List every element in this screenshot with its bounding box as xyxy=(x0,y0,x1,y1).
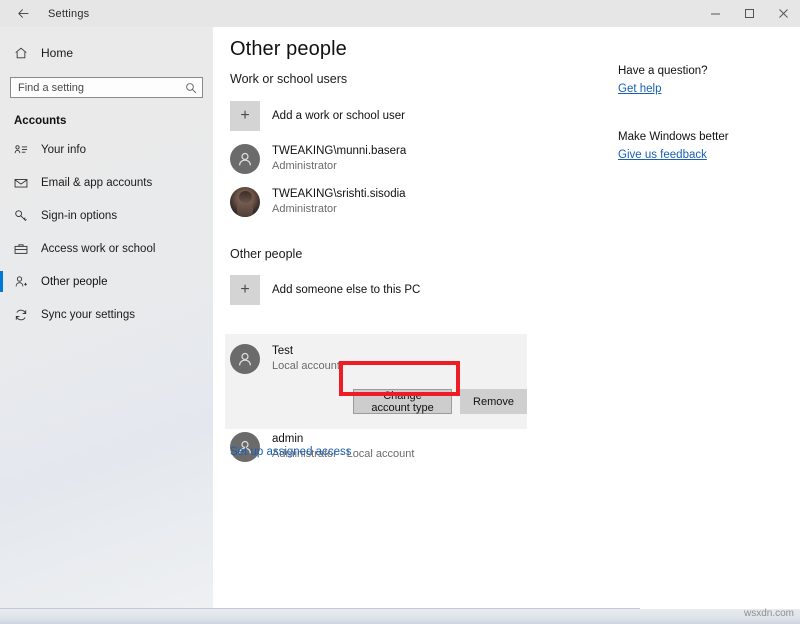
sidebar-item-sync-your-settings[interactable]: Sync your settings xyxy=(0,298,213,331)
add-someone-else-label: Add someone else to this PC xyxy=(272,284,420,296)
user-role: Local account xyxy=(272,360,340,374)
sync-icon xyxy=(14,308,34,322)
bottom-bar xyxy=(0,608,800,624)
person-icon xyxy=(230,144,260,174)
sidebar: Home Accounts Your info Emai xyxy=(0,27,213,608)
give-us-feedback-link[interactable]: Give us feedback xyxy=(618,149,793,161)
sidebar-item-label: Sync your settings xyxy=(41,309,135,321)
set-up-assigned-access-link[interactable]: Set up assigned access xyxy=(230,446,351,458)
user-name: admin xyxy=(272,432,414,446)
sidebar-item-label: Sign-in options xyxy=(41,210,117,222)
selected-account-card[interactable]: Test Local account Change account type R… xyxy=(225,334,527,429)
person-add-icon xyxy=(14,275,34,289)
person-icon xyxy=(230,344,260,374)
selection-indicator xyxy=(0,271,3,292)
sidebar-section-title: Accounts xyxy=(0,115,213,127)
list-item[interactable]: Test Local account xyxy=(230,344,340,374)
settings-window: Settings Home Accounts xyxy=(0,0,800,624)
minimize-button[interactable] xyxy=(698,0,732,27)
sidebar-item-sign-in-options[interactable]: Sign-in options xyxy=(0,199,213,232)
briefcase-icon xyxy=(14,242,34,256)
search-icon xyxy=(185,81,197,99)
search-box[interactable] xyxy=(10,77,203,98)
sidebar-item-access-work-or-school[interactable]: Access work or school xyxy=(0,232,213,265)
sidebar-item-label: Email & app accounts xyxy=(41,177,152,189)
plus-icon: + xyxy=(230,101,260,131)
sidebar-nav: Your info Email & app accounts Sign-in o… xyxy=(0,133,213,331)
remove-account-button[interactable]: Remove xyxy=(460,389,527,414)
sidebar-item-home[interactable]: Home xyxy=(0,38,213,68)
sidebar-item-email-app-accounts[interactable]: Email & app accounts xyxy=(0,166,213,199)
help-question-title: Have a question? xyxy=(618,65,793,77)
user-role: Administrator xyxy=(272,203,406,217)
main-content: Other people Work or school users + Add … xyxy=(213,27,800,608)
sidebar-item-label: Your info xyxy=(41,144,86,156)
maximize-button[interactable] xyxy=(732,0,766,27)
close-button[interactable] xyxy=(766,0,800,27)
mail-icon xyxy=(14,176,34,190)
home-icon xyxy=(14,46,36,60)
add-work-school-user-button[interactable]: + Add a work or school user xyxy=(230,101,405,131)
window-title: Settings xyxy=(48,8,89,20)
change-account-type-button[interactable]: Change account type xyxy=(353,389,452,414)
list-item-text: TWEAKING\srishti.sisodia Administrator xyxy=(272,187,406,216)
help-feedback-block: Make Windows better Give us feedback xyxy=(618,131,793,161)
sidebar-home-label: Home xyxy=(41,46,73,60)
add-work-school-user-label: Add a work or school user xyxy=(272,110,405,122)
user-name: Test xyxy=(272,344,340,358)
help-feedback-title: Make Windows better xyxy=(618,131,793,143)
list-item[interactable]: TWEAKING\srishti.sisodia Administrator xyxy=(230,187,406,217)
list-item-text: TWEAKING\munni.basera Administrator xyxy=(272,144,406,173)
get-help-link[interactable]: Get help xyxy=(618,83,793,95)
page-title: Other people xyxy=(230,38,347,61)
user-name: TWEAKING\srishti.sisodia xyxy=(272,187,406,201)
sidebar-item-other-people[interactable]: Other people xyxy=(0,265,213,298)
other-people-section-title: Other people xyxy=(230,247,302,261)
list-item-text: Test Local account xyxy=(272,344,340,373)
id-card-icon xyxy=(14,143,34,157)
user-name: TWEAKING\munni.basera xyxy=(272,144,406,158)
account-actions: Change account type Remove xyxy=(353,389,527,414)
list-item[interactable]: TWEAKING\munni.basera Administrator xyxy=(230,144,406,174)
help-pane: Have a question? Get help Make Windows b… xyxy=(618,65,793,161)
sidebar-item-label: Access work or school xyxy=(41,243,155,255)
back-arrow-icon[interactable] xyxy=(0,0,46,27)
watermark: wsxdn.com xyxy=(744,608,794,619)
sidebar-item-your-info[interactable]: Your info xyxy=(0,133,213,166)
user-role: Administrator xyxy=(272,160,406,174)
key-icon xyxy=(14,209,34,223)
add-someone-else-button[interactable]: + Add someone else to this PC xyxy=(230,275,420,305)
plus-icon: + xyxy=(230,275,260,305)
work-section-title: Work or school users xyxy=(230,72,347,86)
sidebar-item-label: Other people xyxy=(41,276,108,288)
title-bar: Settings xyxy=(0,0,800,27)
search-input[interactable] xyxy=(11,78,202,97)
avatar xyxy=(230,187,260,217)
